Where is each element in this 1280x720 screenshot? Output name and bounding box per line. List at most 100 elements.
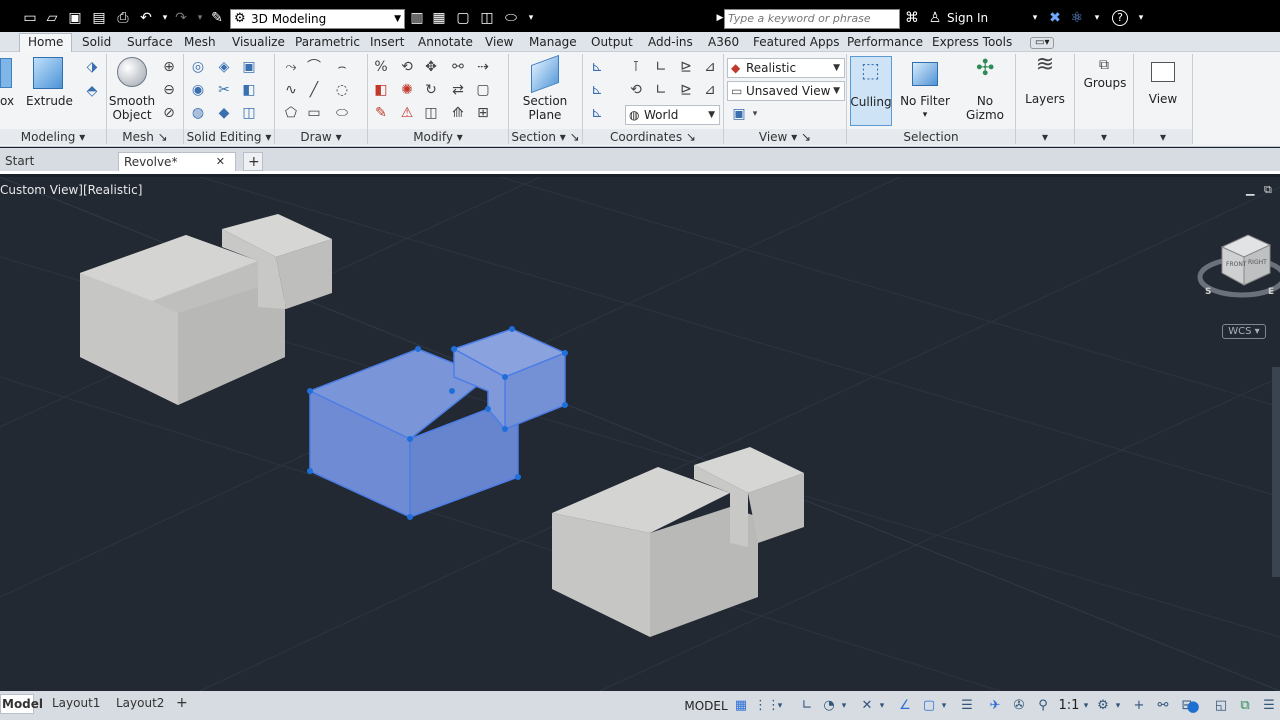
ucs-z-icon[interactable]: ⊿	[701, 58, 719, 76]
hardware-acceleration-icon[interactable]: ◱	[1212, 697, 1230, 715]
chevron-down-icon[interactable]: ▾	[191, 9, 209, 27]
undo-icon[interactable]: ↶	[137, 9, 155, 27]
panel-selection-title[interactable]: Selection	[847, 129, 1015, 145]
add-layout-button[interactable]: +	[176, 694, 188, 714]
tab-featured-apps[interactable]: Featured Apps	[753, 34, 839, 52]
isodraft-icon[interactable]: ✕	[858, 697, 876, 715]
line-icon[interactable]: ⤳	[282, 58, 300, 76]
3d-rotate-icon[interactable]: ⟲	[398, 58, 416, 76]
ucs-face-icon[interactable]: ⊾	[588, 81, 606, 99]
tab-add-ins[interactable]: Add-ins	[648, 34, 693, 52]
ucs-y-icon[interactable]: ⊿	[701, 81, 719, 99]
sign-in-link[interactable]: Sign In	[947, 11, 988, 25]
gizmo-label-2[interactable]: Gizmo	[962, 108, 1008, 122]
wcs-menu[interactable]: WCS ▾	[1222, 324, 1266, 339]
thicken-icon[interactable]: ◆	[215, 104, 233, 122]
save-icon[interactable]: ▣	[66, 9, 84, 27]
scale-icon[interactable]: %	[372, 58, 390, 76]
spline-icon[interactable]: ∿	[282, 81, 300, 99]
union-icon[interactable]: ◎	[189, 58, 207, 76]
share-icon[interactable]: ⬭	[502, 9, 520, 27]
view-manager-icon[interactable]	[1151, 62, 1175, 82]
ribbon-minimize-button[interactable]: ▭▾	[1030, 37, 1055, 49]
erase-icon[interactable]: ✎	[372, 104, 390, 122]
tab-express-tools[interactable]: Express Tools	[932, 34, 1012, 52]
ucs-icon[interactable]: ⊾	[588, 58, 606, 76]
named-view-dropdown[interactable]: ▭ Unsaved View ▼	[727, 81, 845, 101]
ucs-dropdown[interactable]: ◍ World ▼	[625, 105, 720, 125]
drawing-viewport[interactable]: FRONT RIGHT S E WCS ▾ Custom View][Reali…	[0, 177, 1280, 691]
print-icon[interactable]: ⎙	[114, 9, 132, 27]
tab-annotate[interactable]: Annotate	[418, 34, 473, 52]
restore-viewport-icon[interactable]: ⧉	[1264, 183, 1272, 197]
no-filter-label[interactable]: No Filter	[898, 94, 952, 108]
panel-section-title[interactable]: Section ▾ ↘	[509, 129, 582, 145]
align-icon[interactable]: ⚯	[449, 58, 467, 76]
customization-icon[interactable]: ☰	[1260, 697, 1278, 715]
close-icon[interactable]: ✕	[216, 153, 225, 171]
plot-icon[interactable]: ▥	[408, 9, 426, 27]
gear-icon[interactable]: ⚙	[1094, 697, 1112, 715]
panel-view-title[interactable]: View ▾ ↘	[724, 129, 846, 145]
ucs-world-icon[interactable]: ∟	[652, 58, 670, 76]
tab-performance[interactable]: Performance	[847, 34, 923, 52]
extrude-faces-icon[interactable]: ◧	[240, 81, 258, 99]
layers-icon[interactable]: ≋	[1032, 54, 1058, 82]
box-icon[interactable]	[0, 58, 12, 88]
panel-draw-title[interactable]: Draw ▾	[275, 129, 367, 145]
visual-style-dropdown[interactable]: ◆ Realistic ▼	[727, 58, 845, 78]
ucs-x-icon[interactable]: ∟	[652, 81, 670, 99]
grid-icon[interactable]: ▦	[732, 697, 750, 715]
layers-label[interactable]: Layers	[1018, 92, 1072, 106]
snap-icon[interactable]: ⋮⋮	[754, 697, 780, 715]
viewcube-right-label[interactable]: RIGHT	[1248, 259, 1267, 266]
new-file-icon[interactable]: ▭	[21, 9, 39, 27]
panel-solid-editing-title[interactable]: Solid Editing ▾	[184, 129, 274, 145]
units-icon[interactable]: ⚯	[1154, 697, 1172, 715]
panel-coordinates-title[interactable]: Coordinates ↘	[583, 129, 723, 145]
subtract-icon[interactable]: ◉	[189, 81, 207, 99]
viewport-controls-label[interactable]: Custom View][Realistic]	[0, 183, 142, 197]
ucs-view-icon[interactable]: ⊵	[677, 81, 695, 99]
line-segment-icon[interactable]: ╱	[305, 81, 323, 99]
slice-icon[interactable]: ✂	[215, 81, 233, 99]
clean-screen-icon[interactable]: ⧉	[1236, 697, 1254, 715]
panel-modeling-title[interactable]: Modeling ▾	[0, 129, 106, 145]
chevron-down-icon[interactable]: ▾	[838, 697, 850, 715]
help-icon[interactable]: ?	[1112, 10, 1128, 26]
panel-mesh-title[interactable]: Mesh ↘	[107, 129, 183, 145]
section-plane-label-2[interactable]: Plane	[515, 108, 575, 122]
tab-layout2[interactable]: Layout2	[116, 694, 164, 714]
gizmo-icon[interactable]: ✣	[976, 58, 994, 80]
smooth-object-icon[interactable]	[117, 57, 147, 87]
tab-surface[interactable]: Surface	[127, 34, 173, 52]
move-icon[interactable]: ✥	[422, 58, 440, 76]
chevron-down-icon[interactable]: ▾	[1026, 9, 1044, 27]
interfere-icon[interactable]: ◈	[215, 58, 233, 76]
doc-tab-revolve[interactable]: Revolve* ✕	[118, 152, 236, 171]
stretch-icon[interactable]: ◫	[422, 104, 440, 122]
tab-manage[interactable]: Manage	[529, 34, 577, 52]
annotation-visibility-icon[interactable]: ⚲	[1034, 697, 1052, 715]
a360-icon[interactable]: ⚛	[1068, 9, 1086, 27]
break-icon[interactable]: ⇢	[474, 58, 492, 76]
fillet-icon[interactable]: ◧	[372, 81, 390, 99]
mesh-refine-icon[interactable]: ⊘	[160, 104, 178, 122]
box-label[interactable]: ox	[0, 94, 14, 108]
rectangle-icon[interactable]: ▭	[305, 104, 323, 122]
tab-insert[interactable]: Insert	[370, 34, 404, 52]
chevron-down-icon[interactable]: ▾	[898, 108, 952, 122]
smooth-object-label-2[interactable]: Object	[108, 108, 156, 122]
explode-icon[interactable]: ✺	[398, 81, 416, 99]
chevron-down-icon[interactable]: ▾	[1132, 9, 1150, 27]
separate-icon[interactable]: ◫	[240, 104, 258, 122]
groups-label[interactable]: Groups	[1077, 76, 1133, 90]
chevron-down-icon[interactable]: ▾	[522, 9, 540, 27]
redo-icon[interactable]: ↷	[172, 9, 190, 27]
offset-icon[interactable]: ▢	[474, 81, 492, 99]
model-space-toggle[interactable]: MODEL	[684, 697, 728, 715]
rectangular-array-icon[interactable]: ⊞	[474, 104, 492, 122]
polar-icon[interactable]: ◔	[820, 697, 838, 715]
viewcube-front-label[interactable]: FRONT	[1226, 261, 1247, 268]
preview-icon[interactable]: ▢	[454, 9, 472, 27]
